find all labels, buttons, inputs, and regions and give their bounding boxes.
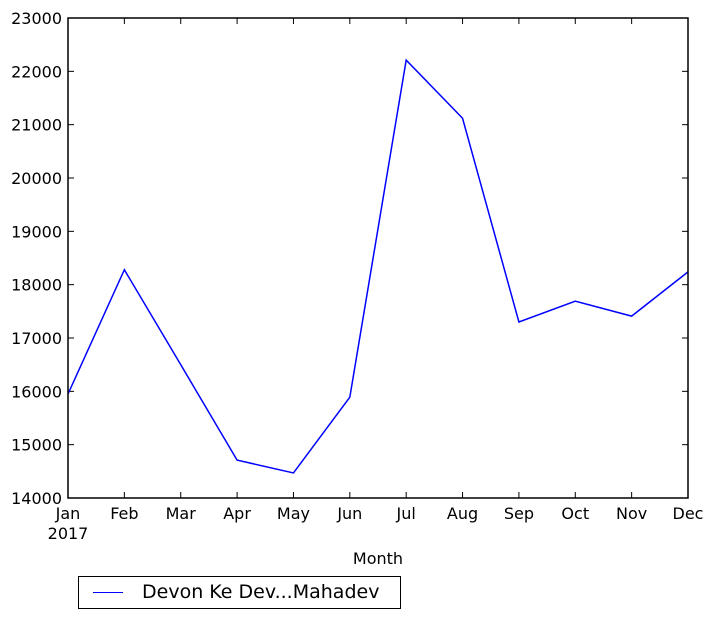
x-tick-label: Dec	[673, 504, 704, 523]
x-tick-label: Jan	[55, 504, 81, 523]
series-line	[67, 58, 689, 474]
y-tick-label: 22000	[11, 62, 62, 81]
x-tick-label: May	[277, 504, 310, 523]
x-axis-ticks: Jan Feb Mar Apr May Jun Jul Aug Sep Oct Nov Dec	[55, 18, 704, 523]
legend-line-swatch	[93, 592, 123, 593]
y-tick-label: 19000	[11, 222, 62, 241]
x-tick-label: Apr	[223, 504, 251, 523]
x-axis-year-label: 2017	[48, 524, 89, 543]
y-tick-label: 15000	[11, 436, 62, 455]
x-tick-label: Sep	[504, 504, 534, 523]
x-tick-label: Aug	[447, 504, 478, 523]
y-axis-ticks: 14000 15000 16000 17000 18000 19000 20000 21000…	[11, 9, 688, 508]
y-tick-label: 16000	[11, 382, 62, 401]
legend: Devon Ke Dev...Mahadev	[78, 576, 401, 609]
y-tick-label: 21000	[11, 116, 62, 135]
x-tick-label: Oct	[561, 504, 589, 523]
series-group	[67, 58, 689, 474]
legend-label: Devon Ke Dev...Mahadev	[142, 581, 380, 603]
x-tick-label: Nov	[616, 504, 647, 523]
line-chart: 14000 15000 16000 17000 18000 19000 20000 21000…	[11, 9, 704, 568]
x-tick-label: Mar	[166, 504, 197, 523]
y-tick-label: 23000	[11, 9, 62, 28]
x-tick-label: Jul	[396, 504, 416, 523]
x-tick-label: Feb	[110, 504, 138, 523]
x-tick-label: Jun	[336, 504, 362, 523]
y-tick-label: 20000	[11, 169, 62, 188]
y-tick-label: 17000	[11, 329, 62, 348]
y-tick-label: 14000	[11, 489, 62, 508]
y-tick-label: 18000	[11, 276, 62, 295]
x-axis-label: Month	[353, 549, 403, 568]
plot-frame	[67, 17, 689, 499]
